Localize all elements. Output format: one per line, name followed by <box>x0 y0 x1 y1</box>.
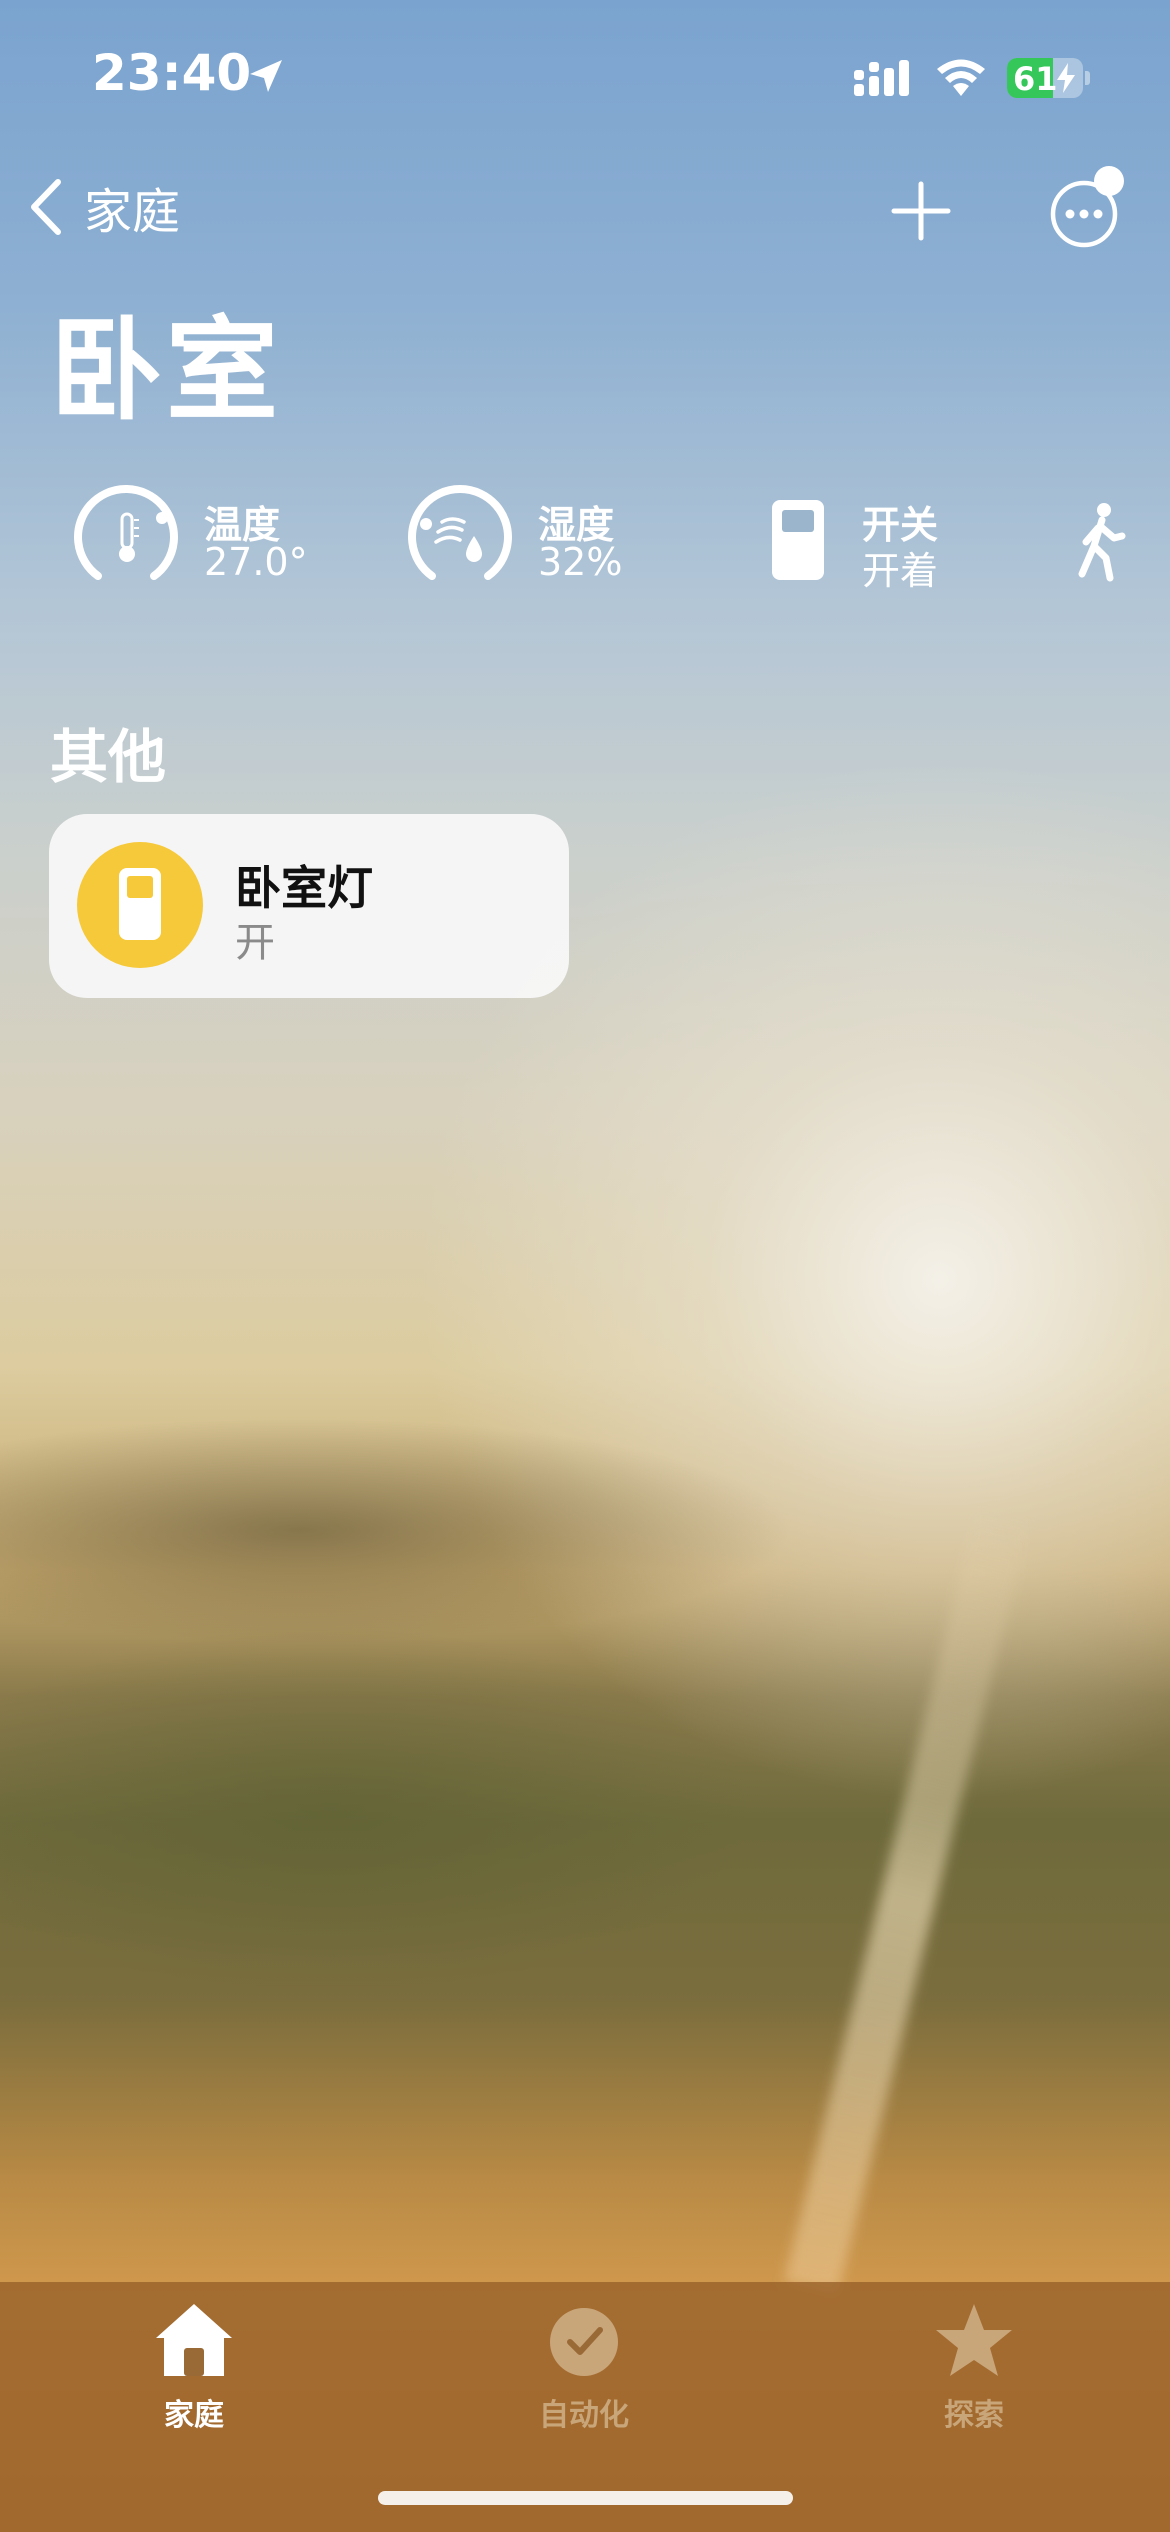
section-title-other: 其他 <box>50 723 167 791</box>
chevron-left-icon <box>31 179 61 235</box>
thermometer-gauge-icon <box>74 485 178 580</box>
status-temperature[interactable]: 温度 27.0° <box>68 478 328 598</box>
status-humidity[interactable]: 湿度 32% <box>402 478 662 598</box>
switch-icon <box>772 500 824 580</box>
clock-check-icon <box>550 2308 618 2376</box>
accessory-tile-bedroom-light[interactable]: 卧室灯 开 <box>49 814 569 998</box>
status-time: 23:40 <box>92 44 252 102</box>
tab-automation[interactable]: 自动化 <box>484 2298 684 2433</box>
cellular-signal-icon <box>854 60 909 96</box>
status-value: 32% <box>538 540 623 584</box>
battery-indicator: 61 <box>1007 58 1090 98</box>
home-indicator[interactable] <box>378 2491 793 2505</box>
star-icon <box>936 2304 1012 2376</box>
humidity-gauge-icon <box>408 485 512 580</box>
page-title: 卧室 <box>50 306 282 436</box>
location-arrow-icon <box>250 60 282 92</box>
notification-dot <box>1094 166 1124 196</box>
status-value: 开着 <box>862 549 939 593</box>
wifi-icon <box>937 59 985 96</box>
accessory-state: 开 <box>235 920 275 966</box>
background-field <box>0 1560 900 2060</box>
tab-home[interactable]: 家庭 <box>94 2298 294 2433</box>
add-button[interactable] <box>888 178 954 244</box>
back-button[interactable]: 家庭 <box>28 172 180 242</box>
back-label: 家庭 <box>84 184 181 240</box>
status-value: 27.0° <box>204 540 308 584</box>
motion-sensor-icon[interactable] <box>1076 502 1126 582</box>
status-switch[interactable]: 开关 开着 <box>768 478 968 598</box>
tab-label: 自动化 <box>539 2398 629 2433</box>
battery-charging-icon <box>1057 63 1075 93</box>
tab-label: 探索 <box>944 2398 1004 2433</box>
house-icon <box>156 2304 232 2376</box>
tab-label: 家庭 <box>164 2398 224 2433</box>
accessory-name: 卧室灯 <box>235 861 373 915</box>
tab-discover[interactable]: 探索 <box>874 2298 1074 2433</box>
switch-icon[interactable] <box>77 842 203 968</box>
battery-percent: 61 <box>1013 60 1058 98</box>
